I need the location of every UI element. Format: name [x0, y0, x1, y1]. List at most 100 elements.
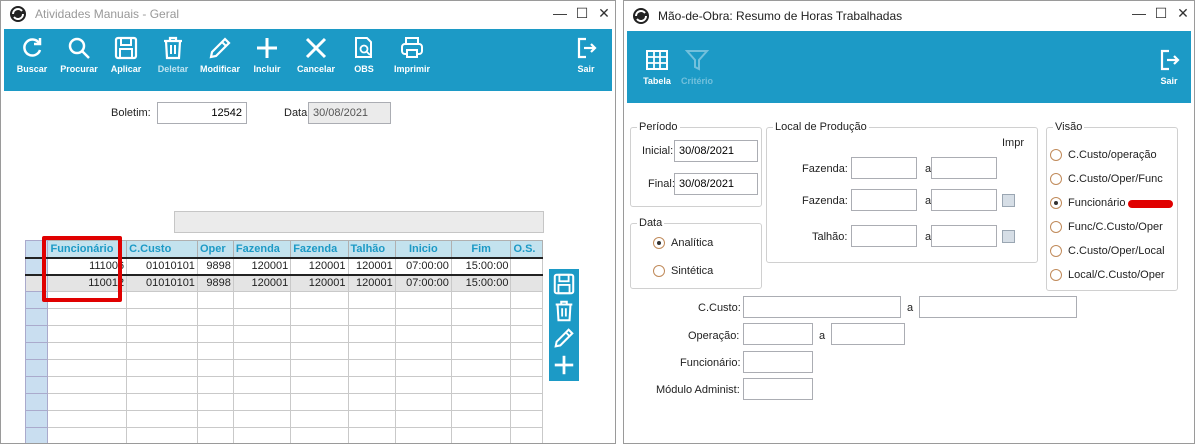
table-cell[interactable]: [450, 325, 512, 343]
aplicar-button[interactable]: Aplicar: [102, 35, 150, 74]
incluir-button[interactable]: Incluir: [243, 35, 291, 74]
table-cell[interactable]: [510, 325, 543, 343]
table-cell[interactable]: 120001: [347, 274, 396, 292]
col-ccusto[interactable]: C.Custo: [126, 240, 198, 258]
data-input[interactable]: [308, 102, 391, 124]
row-indicator[interactable]: [24, 359, 49, 377]
table-cell[interactable]: [450, 410, 512, 428]
table-cell[interactable]: [232, 393, 292, 411]
funcionario-input[interactable]: [743, 351, 813, 373]
radio-ccusto-oper-func[interactable]: C.Custo/Oper/Func: [1050, 173, 1163, 185]
table-cell[interactable]: [232, 342, 292, 360]
table-cell[interactable]: [290, 393, 349, 411]
radio-func-ccusto-oper[interactable]: Func/C.Custo/Oper: [1050, 221, 1163, 233]
radio-analitica[interactable]: Analítica: [653, 237, 713, 249]
table-row[interactable]: [24, 427, 543, 443]
col-talhao[interactable]: Talhão: [347, 240, 396, 258]
table-cell[interactable]: [290, 308, 349, 326]
save-icon[interactable]: [552, 272, 576, 296]
col-fazenda-2[interactable]: Fazenda: [290, 240, 349, 258]
radio-ccusto-operacao[interactable]: C.Custo/operação: [1050, 149, 1157, 161]
plus-icon[interactable]: [552, 353, 576, 377]
fazenda2-to-input[interactable]: [931, 189, 997, 211]
boletim-input[interactable]: [157, 102, 247, 124]
table-cell[interactable]: [290, 342, 349, 360]
table-cell[interactable]: 01010101: [126, 274, 198, 292]
col-fazenda[interactable]: Fazenda: [232, 240, 292, 258]
close-button[interactable]: ✕: [1172, 1, 1194, 31]
trash-icon[interactable]: [552, 299, 576, 323]
table-cell[interactable]: [394, 359, 452, 377]
table-cell[interactable]: [196, 342, 234, 360]
table-cell[interactable]: [394, 410, 452, 428]
ccusto-to-input[interactable]: [919, 296, 1077, 318]
table-cell[interactable]: [126, 308, 198, 326]
table-cell[interactable]: 120001: [347, 256, 396, 276]
row-indicator[interactable]: [24, 376, 49, 394]
table-cell[interactable]: [347, 376, 396, 394]
table-cell[interactable]: [347, 427, 396, 443]
table-cell[interactable]: [290, 359, 349, 377]
talhao-to-input[interactable]: [931, 225, 997, 247]
pencil-icon[interactable]: [552, 326, 576, 350]
fazenda1-to-input[interactable]: [931, 157, 997, 179]
table-cell[interactable]: [47, 427, 128, 443]
table-cell[interactable]: [347, 410, 396, 428]
table-cell[interactable]: [450, 393, 512, 411]
table-cell[interactable]: [47, 308, 128, 326]
table-cell[interactable]: [232, 359, 292, 377]
table-cell[interactable]: 120001: [232, 274, 292, 292]
table-cell[interactable]: [196, 393, 234, 411]
table-cell[interactable]: [47, 359, 128, 377]
table-cell[interactable]: [347, 359, 396, 377]
table-cell[interactable]: 120001: [290, 274, 349, 292]
fazenda1-from-input[interactable]: [851, 157, 917, 179]
table-row[interactable]: [24, 342, 543, 360]
table-cell[interactable]: [126, 376, 198, 394]
table-cell[interactable]: [196, 308, 234, 326]
table-cell[interactable]: [232, 291, 292, 309]
table-cell[interactable]: [510, 393, 543, 411]
table-cell[interactable]: 07:00:00: [394, 256, 452, 276]
table-cell[interactable]: [126, 342, 198, 360]
table-cell[interactable]: [347, 325, 396, 343]
table-cell[interactable]: [394, 308, 452, 326]
table-cell[interactable]: 07:00:00: [394, 274, 452, 292]
table-cell[interactable]: [47, 410, 128, 428]
table-cell[interactable]: [510, 256, 543, 276]
row-indicator[interactable]: [24, 342, 49, 360]
modulo-administ-input[interactable]: [743, 378, 813, 400]
operacao-from-input[interactable]: [743, 323, 813, 345]
row-indicator[interactable]: [24, 410, 49, 428]
row-indicator[interactable]: [24, 427, 49, 443]
table-cell[interactable]: [126, 393, 198, 411]
table-cell[interactable]: [510, 342, 543, 360]
sair-button[interactable]: Sair: [562, 35, 610, 74]
row-indicator[interactable]: [24, 393, 49, 411]
table-cell[interactable]: [196, 376, 234, 394]
table-cell[interactable]: [290, 410, 349, 428]
table-cell[interactable]: [232, 325, 292, 343]
table-cell[interactable]: [126, 410, 198, 428]
table-cell[interactable]: [126, 291, 198, 309]
table-cell[interactable]: [290, 427, 349, 443]
obs-button[interactable]: OBS: [340, 35, 388, 74]
operacao-to-input[interactable]: [831, 323, 905, 345]
table-row[interactable]: [24, 308, 543, 326]
col-fim[interactable]: Fim: [450, 240, 512, 258]
criterio-button[interactable]: Critério: [673, 47, 721, 86]
sair-button[interactable]: Sair: [1145, 47, 1193, 86]
radio-funcionario[interactable]: Funcionário: [1050, 197, 1125, 209]
table-cell[interactable]: [394, 325, 452, 343]
table-cell[interactable]: [450, 291, 512, 309]
table-cell[interactable]: [394, 376, 452, 394]
table-cell[interactable]: [290, 291, 349, 309]
table-cell[interactable]: [510, 291, 543, 309]
table-cell[interactable]: [510, 359, 543, 377]
table-cell[interactable]: [126, 359, 198, 377]
minimize-button[interactable]: —: [549, 1, 571, 27]
table-cell[interactable]: 15:00:00: [450, 256, 512, 276]
table-cell[interactable]: [47, 376, 128, 394]
table-cell[interactable]: [196, 410, 234, 428]
table-cell[interactable]: [347, 393, 396, 411]
